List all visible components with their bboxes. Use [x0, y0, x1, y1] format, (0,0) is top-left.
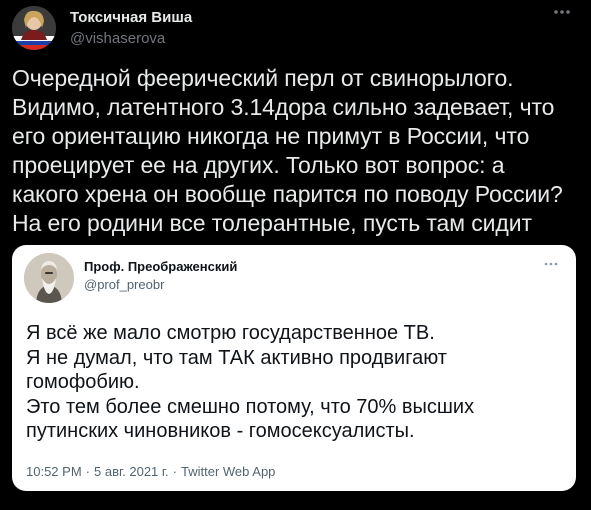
quoted-text-line: Это тем более смешно потому, что 70% выс… — [26, 395, 475, 418]
quoted-author-avatar[interactable] — [24, 253, 74, 303]
author-avatar[interactable] — [12, 6, 56, 50]
quoted-date[interactable]: 5 авг. 2021 г. — [94, 464, 169, 479]
tweet-text-line: Видимо, латентного 3.14дора сильно задев… — [12, 94, 555, 120]
quoted-tweet-text: Я всё же мало смотрю государственное ТВ.… — [26, 321, 556, 444]
meta-separator: · — [85, 464, 90, 479]
portrait-avatar-icon — [24, 253, 74, 303]
author-handle[interactable]: @vishaserova — [70, 29, 192, 48]
author-block: Токсичная Виша @vishaserova — [70, 8, 192, 48]
quoted-text-line: Я всё же мало смотрю государственное ТВ. — [26, 322, 435, 344]
tweet-text-line: проецирует ее на других. Только вот вопр… — [12, 152, 505, 178]
quoted-author-handle[interactable]: @prof_preobr — [84, 277, 237, 293]
more-options-button[interactable] — [545, 6, 579, 28]
tweet-text: Очередной феерический перл от свинорылог… — [12, 64, 582, 238]
quoted-author-block: Проф. Преображенский @prof_preobr — [84, 259, 237, 293]
quoted-text-line: путинских чиновников - гомосексуалисты. — [26, 420, 415, 442]
tweet-text-line: какого хрена он вообще парится по поводу… — [12, 181, 563, 207]
quoted-tweet-meta: 10:52 PM · 5 авг. 2021 г. · Twitter Web App — [26, 464, 275, 480]
author-display-name[interactable]: Токсичная Виша — [70, 8, 192, 27]
meta-separator: · — [172, 464, 177, 479]
more-dots-icon — [554, 10, 570, 14]
tweet: Токсичная Виша @vishaserova Очередной фе… — [0, 0, 591, 510]
tweet-text-line: На его родини все толерантные, пусть там… — [12, 210, 532, 236]
quoted-source[interactable]: Twitter Web App — [181, 464, 275, 479]
avatar-flag-icon — [12, 6, 56, 50]
more-dots-icon — [544, 262, 558, 266]
quoted-author-display-name[interactable]: Проф. Преображенский — [84, 259, 237, 275]
tweet-text-line: Очередной феерический перл от свинорылог… — [12, 65, 514, 91]
tweet-text-line: его ориентацию никогда не примут в Росси… — [12, 123, 530, 149]
quoted-text-line: Я не думал, что там ТАК активно продвига… — [26, 346, 447, 369]
quoted-text-line: гомофобию. — [26, 371, 140, 393]
quoted-more-options-button[interactable] — [540, 257, 562, 271]
tweet-header: Токсичная Виша @vishaserova — [12, 6, 579, 50]
quoted-time[interactable]: 10:52 PM — [26, 464, 82, 479]
quoted-tweet-card[interactable]: Проф. Преображенский @prof_preobr Я всё … — [12, 245, 576, 491]
